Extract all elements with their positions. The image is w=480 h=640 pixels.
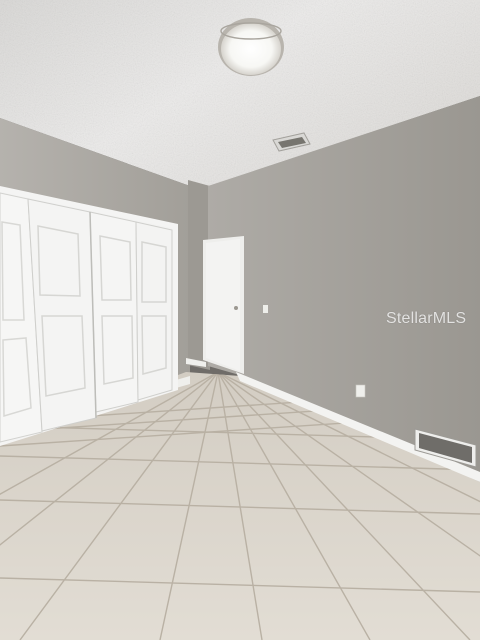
room-photo: StellarMLS bbox=[0, 0, 480, 640]
ceiling-light bbox=[218, 18, 284, 76]
wall-outlet bbox=[355, 384, 366, 398]
door-knob[interactable] bbox=[234, 306, 238, 310]
light-switch[interactable] bbox=[263, 305, 268, 313]
closet-door-right-1[interactable] bbox=[89, 211, 139, 413]
watermark-stellarmls: StellarMLS bbox=[386, 310, 467, 327]
interior-door[interactable] bbox=[203, 236, 244, 374]
closet-door-right-2[interactable] bbox=[135, 221, 173, 401]
